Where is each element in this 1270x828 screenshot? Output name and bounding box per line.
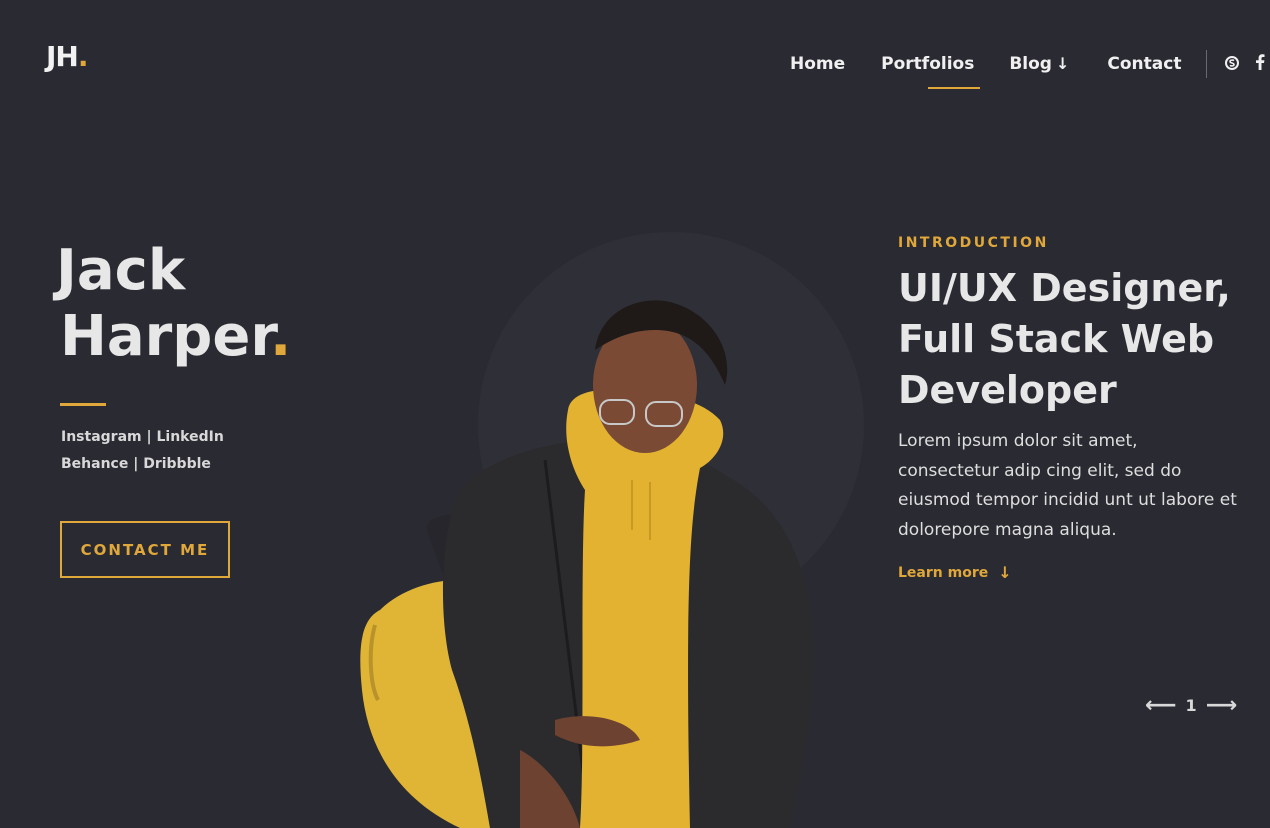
arrow-down-icon: ↓ (998, 563, 1012, 582)
blurb-line-3: eiusmod tempor incidid unt ut labore et (898, 490, 1237, 510)
headline-line-2: Full Stack Web (898, 317, 1215, 361)
logo-text: JH (46, 40, 79, 73)
hero-name: Jack Harper. (56, 238, 291, 370)
nav-item-blog-label: Blog (1009, 54, 1052, 74)
blurb-line-2: consectetur adip cing elit, sed do (898, 460, 1182, 481)
intro-headline: UI/UX Designer, Full Stack Web Developer (898, 263, 1270, 416)
intro-blurb: Lorem ipsum dolor sit amet, consectetur … (898, 427, 1270, 545)
nav-item-blog[interactable]: Blog ↓ (1009, 54, 1069, 74)
blurb-line-1: Lorem ipsum dolor sit amet, (898, 431, 1138, 451)
nav-item-contact[interactable]: Contact (1107, 54, 1181, 74)
hero-name-dot: . (269, 304, 292, 369)
logo-dot: . (77, 40, 89, 73)
social-links-line-2[interactable]: Behance | Dribbble (61, 456, 211, 472)
social-links: Instagram | LinkedIn Behance | Dribbble (61, 424, 224, 478)
arrow-right-icon[interactable]: ⟶ (1206, 693, 1238, 718)
learn-more-link[interactable]: Learn more ↓ (898, 563, 1012, 582)
blurb-line-4: dolorepore magna aliqua. (898, 519, 1117, 540)
nav-divider (1206, 50, 1208, 78)
page-number: 1 (1185, 696, 1197, 715)
hero-first-name: Jack (56, 238, 186, 303)
hero-last-name: Harper (60, 304, 270, 369)
intro-label: INTRODUCTION (898, 235, 1049, 251)
learn-more-label: Learn more (898, 564, 989, 581)
accent-divider (60, 403, 106, 406)
nav-item-portfolios[interactable]: Portfolios (881, 54, 981, 89)
headline-line-1: UI/UX Designer, (898, 266, 1231, 310)
arrow-left-icon[interactable]: ⟵ (1145, 693, 1177, 718)
facebook-icon[interactable] (1255, 54, 1265, 74)
hero-last-name-line: Harper. (56, 304, 291, 370)
site-logo[interactable]: JH. (46, 40, 88, 73)
headline-line-3: Developer (898, 368, 1117, 412)
arrow-down-icon: ↓ (1055, 54, 1070, 73)
nav-item-home[interactable]: Home (790, 54, 845, 74)
skype-icon[interactable] (1225, 55, 1240, 74)
hero-portrait (360, 300, 814, 828)
contact-me-button[interactable]: CONTACT ME (60, 521, 230, 578)
slide-pager: ⟵ 1 ⟶ (1145, 693, 1237, 718)
main-nav: Home Portfolios Blog ↓ Contact (790, 50, 1270, 89)
social-links-line-1[interactable]: Instagram | LinkedIn (61, 429, 224, 445)
